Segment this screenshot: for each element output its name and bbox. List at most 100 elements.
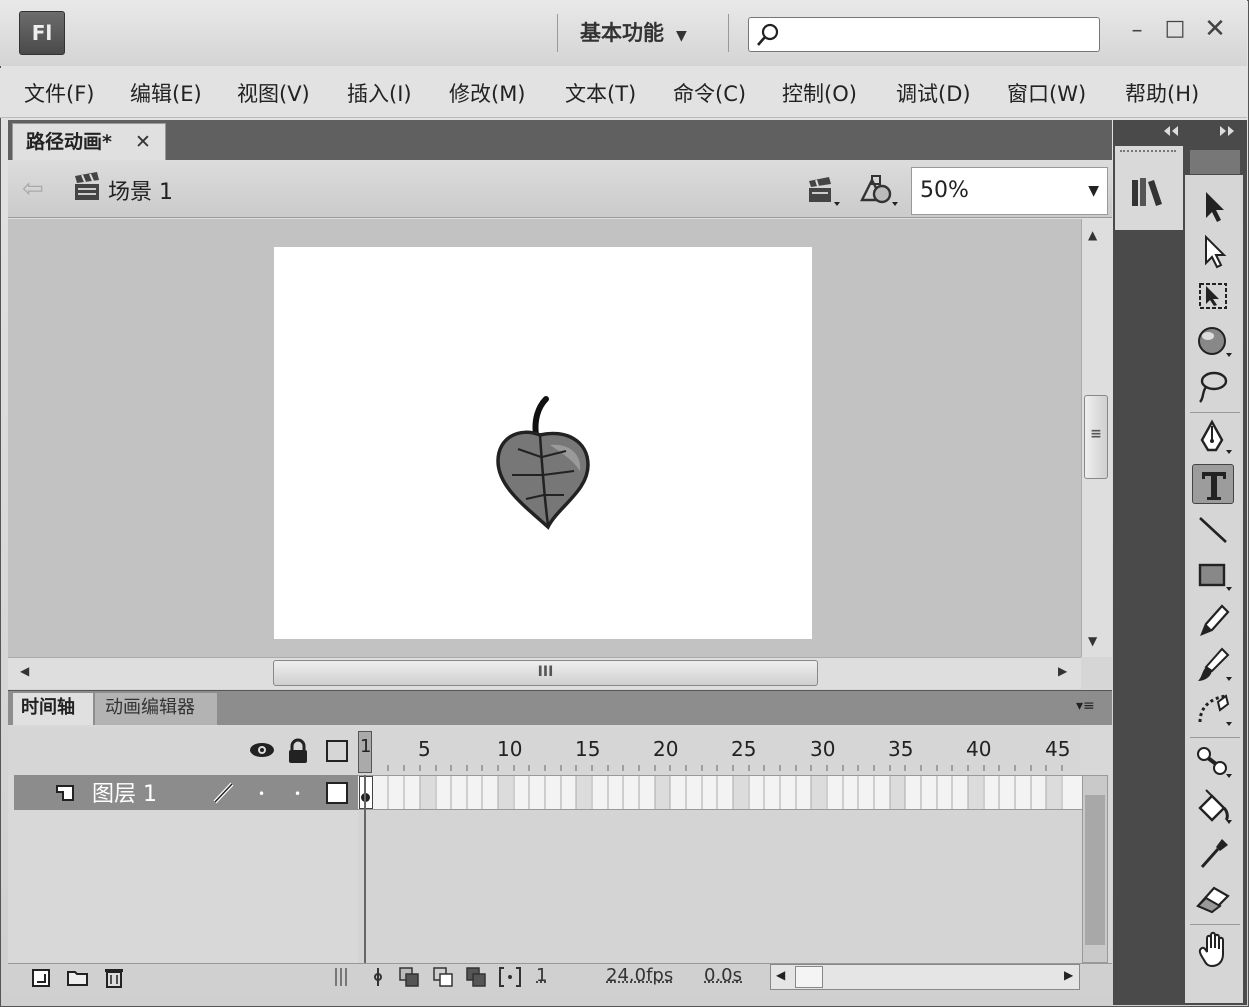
- toolbar-separator: [1190, 924, 1240, 925]
- title-separator: [557, 14, 558, 52]
- layer-name[interactable]: 图层 1: [92, 776, 157, 808]
- search-input[interactable]: [748, 17, 1100, 52]
- menu-window[interactable]: 窗口(W): [1007, 78, 1086, 108]
- menu-bar: 文件(F) 编辑(E) 视图(V) 插入(I) 修改(M) 文本(T) 命令(C…: [0, 68, 1247, 118]
- expand-panel-icon[interactable]: [1218, 125, 1236, 137]
- library-icon[interactable]: [1128, 172, 1168, 212]
- panel-menu-icon[interactable]: ▾≡: [1076, 698, 1095, 714]
- onion-skin-outlines-icon[interactable]: [432, 965, 456, 989]
- pencil-icon: [213, 782, 234, 804]
- scroll-right-arrow-icon[interactable]: ▶: [1064, 968, 1073, 982]
- frame-rate-readout[interactable]: 24.0fps: [606, 965, 673, 986]
- zoom-value: 50%: [920, 178, 969, 203]
- panel-grip[interactable]: [1120, 150, 1176, 156]
- deco-tool[interactable]: [1192, 690, 1234, 730]
- pencil-tool[interactable]: [1192, 600, 1234, 640]
- outline-toggle-icon[interactable]: [326, 740, 348, 762]
- toolbar-grip[interactable]: [1190, 150, 1240, 174]
- new-layer-icon[interactable]: [30, 965, 54, 989]
- hand-tool[interactable]: [1192, 930, 1234, 970]
- 3d-rotation-tool[interactable]: [1192, 321, 1234, 361]
- scroll-up-arrow-icon[interactable]: ▲: [1088, 228, 1097, 242]
- close-icon[interactable]: ✕: [135, 124, 151, 160]
- new-folder-icon[interactable]: [66, 965, 90, 989]
- menu-control[interactable]: 控制(O): [782, 78, 857, 108]
- text-tool[interactable]: [1192, 464, 1234, 504]
- frame-number-25: 25: [731, 737, 757, 761]
- layer-list-empty: [8, 810, 358, 963]
- scroll-left-arrow-icon[interactable]: ◀: [20, 664, 29, 678]
- menu-commands[interactable]: 命令(C): [673, 78, 746, 108]
- menu-help[interactable]: 帮助(H): [1125, 78, 1199, 108]
- frame-number-30: 30: [810, 737, 836, 761]
- workspace-switcher[interactable]: 基本功能 ▼: [566, 15, 716, 51]
- center-frame-icon[interactable]: [366, 965, 390, 989]
- minimize-button[interactable]: –: [1125, 18, 1149, 44]
- close-window-button[interactable]: ✕: [1202, 14, 1228, 44]
- frame-number-45: 45: [1045, 737, 1071, 761]
- frame-number-10: 10: [497, 737, 523, 761]
- vertical-scroll-thumb[interactable]: ≡: [1084, 395, 1108, 479]
- edit-multiple-frames-icon[interactable]: [465, 965, 489, 989]
- workspace-label: 基本功能: [580, 21, 664, 45]
- delete-trash-icon[interactable]: [102, 965, 126, 989]
- menu-insert[interactable]: 插入(I): [347, 78, 412, 108]
- layer-icon: [56, 785, 74, 801]
- brush-tool[interactable]: [1192, 645, 1234, 685]
- frame-scroll-thumb[interactable]: [795, 966, 823, 988]
- lasso-tool[interactable]: [1192, 366, 1234, 406]
- menu-modify[interactable]: 修改(M): [449, 78, 526, 108]
- onion-skin-icon[interactable]: [398, 965, 422, 989]
- zoom-select[interactable]: 50% ▼: [911, 167, 1108, 215]
- leaf-graphic[interactable]: [490, 395, 594, 531]
- menu-view[interactable]: 视图(V): [237, 78, 310, 108]
- eraser-tool[interactable]: [1192, 878, 1234, 918]
- scene-label[interactable]: 场景 1: [108, 174, 173, 206]
- menu-file[interactable]: 文件(F): [24, 78, 94, 108]
- tab-timeline[interactable]: 时间轴: [13, 693, 93, 725]
- chevron-down-icon: ▼: [676, 28, 687, 44]
- line-tool[interactable]: [1192, 510, 1234, 550]
- eyedropper-tool[interactable]: [1192, 833, 1234, 873]
- edit-scene-icon[interactable]: [858, 172, 900, 208]
- search-icon: [757, 23, 779, 46]
- subselection-tool[interactable]: [1192, 231, 1234, 271]
- menu-text[interactable]: 文本(T): [565, 78, 636, 108]
- frame-row[interactable]: [358, 775, 1082, 810]
- app-logo: Fl: [19, 11, 65, 55]
- document-tab-strip: [8, 120, 1112, 160]
- collapse-panel-icon[interactable]: [1162, 125, 1180, 137]
- free-transform-tool[interactable]: [1192, 276, 1234, 316]
- scroll-down-arrow-icon[interactable]: ▼: [1088, 634, 1097, 648]
- frame-number-35: 35: [888, 737, 914, 761]
- chevron-down-icon: ▼: [1088, 183, 1099, 199]
- document-tab[interactable]: 路径动画* ✕: [12, 123, 166, 160]
- lock-dot[interactable]: •: [294, 787, 301, 801]
- paint-bucket-tool[interactable]: [1192, 788, 1234, 828]
- scroll-left-arrow-icon[interactable]: ◀: [776, 968, 785, 982]
- layer-outline-toggle[interactable]: [326, 782, 348, 804]
- rectangle-tool[interactable]: [1192, 555, 1234, 595]
- eye-icon[interactable]: [248, 738, 276, 762]
- scroll-right-arrow-icon[interactable]: ▶: [1058, 664, 1067, 678]
- modify-onion-markers-icon[interactable]: [498, 965, 522, 989]
- splitter-grip-icon[interactable]: [330, 965, 354, 989]
- back-arrow-icon[interactable]: ⇦: [22, 174, 52, 204]
- menu-debug[interactable]: 调试(D): [896, 78, 971, 108]
- grip-icon: III: [537, 664, 554, 680]
- elapsed-time-readout: 0.0s: [704, 965, 743, 986]
- maximize-button[interactable]: □: [1163, 16, 1187, 42]
- grip-icon: ≡: [1090, 426, 1102, 442]
- tab-motion-editor[interactable]: 动画编辑器: [95, 693, 217, 725]
- playhead-frame-number: 1: [360, 736, 372, 757]
- pen-tool[interactable]: [1192, 418, 1234, 458]
- visibility-dot[interactable]: •: [258, 787, 265, 801]
- bone-tool[interactable]: [1192, 742, 1234, 782]
- document-tab-label: 路径动画*: [26, 131, 112, 153]
- lock-icon[interactable]: [287, 738, 309, 764]
- timeline-vertical-scroll-thumb[interactable]: [1085, 795, 1105, 945]
- horizontal-scroll-thumb[interactable]: III: [273, 660, 818, 686]
- menu-edit[interactable]: 编辑(E): [130, 78, 202, 108]
- edit-symbols-icon[interactable]: [805, 172, 841, 208]
- selection-tool[interactable]: [1192, 186, 1234, 226]
